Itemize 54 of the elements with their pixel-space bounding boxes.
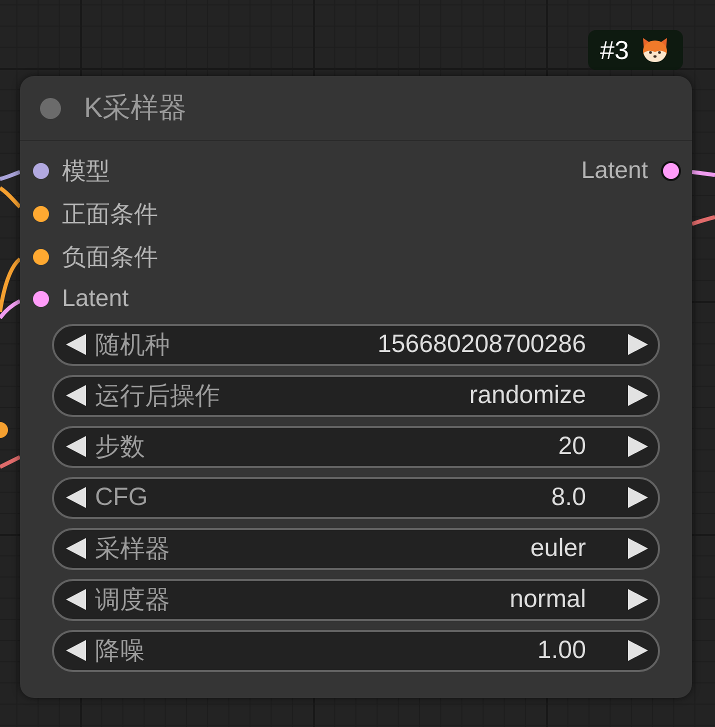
arrow-right-icon[interactable] (628, 487, 648, 508)
widget-label: 运行后操作 (95, 381, 221, 412)
output-slot-dot-icon[interactable] (661, 161, 681, 182)
arrow-right-icon[interactable] (628, 589, 648, 610)
arrow-left-icon[interactable] (66, 640, 86, 662)
arrow-left-icon[interactable] (66, 487, 86, 508)
arrow-left-icon[interactable] (66, 436, 86, 458)
widget-value: euler (530, 534, 586, 564)
widget-label: CFG (95, 483, 149, 512)
node-id-label: #3 (600, 37, 629, 63)
widget-label: 采样器 (95, 534, 171, 566)
arrow-right-icon[interactable] (628, 436, 648, 458)
stepper-field[interactable]: 运行后操作 randomize (52, 374, 660, 417)
input-slot-label: 负面条件 (62, 242, 158, 273)
input-slot-dot-icon[interactable] (33, 291, 49, 308)
connection-wire (691, 215, 715, 226)
widget-value: 20 (558, 432, 586, 462)
widget-label: 随机种 (95, 330, 171, 362)
arrow-right-icon[interactable] (628, 385, 648, 406)
stepper-field[interactable]: 采样器 euler (52, 528, 660, 570)
arrow-right-icon[interactable] (628, 640, 648, 662)
input-slot-dot-icon[interactable] (33, 206, 49, 222)
widget-label: 降噪 (95, 636, 146, 668)
connection-wire (0, 455, 21, 469)
title-dot-icon[interactable] (40, 98, 61, 118)
stepper-field[interactable]: CFG 8.0 (52, 476, 660, 519)
input-slot-label: Latent (62, 285, 129, 314)
stepper-field[interactable]: 降噪 1.00 (52, 630, 660, 672)
stepper-field[interactable]: 调度器 normal (52, 578, 660, 621)
widget-label: 调度器 (95, 585, 171, 616)
stepper-field[interactable]: 步数 20 (52, 426, 660, 468)
arrow-left-icon[interactable] (66, 334, 86, 356)
fox-face-icon (640, 37, 669, 63)
widget-value: 156680208700286 (377, 330, 586, 360)
widget-value: 8.0 (551, 483, 586, 512)
widget-value: normal (510, 585, 586, 614)
input-slot-dot-icon[interactable] (33, 248, 49, 265)
arrow-left-icon[interactable] (66, 538, 86, 560)
arrow-right-icon[interactable] (628, 538, 648, 560)
stepper-field[interactable]: 随机种 156680208700286 (52, 324, 660, 366)
input-slot-label: 正面条件 (62, 200, 158, 230)
connection-wire (0, 186, 22, 208)
arrow-left-icon[interactable] (66, 385, 86, 406)
node-title: K采样器 (84, 91, 187, 125)
output-slot-label: Latent (581, 157, 648, 186)
arrow-right-icon[interactable] (628, 334, 648, 356)
widget-label: 步数 (95, 432, 146, 464)
widget-value: 1.00 (537, 636, 586, 666)
connection-wire (692, 170, 715, 177)
connection-wire (0, 170, 21, 181)
widget-value: randomize (469, 381, 586, 410)
input-slot-dot-icon[interactable] (33, 163, 49, 180)
input-slot-label: 模型 (62, 157, 110, 188)
arrow-left-icon[interactable] (66, 589, 86, 610)
